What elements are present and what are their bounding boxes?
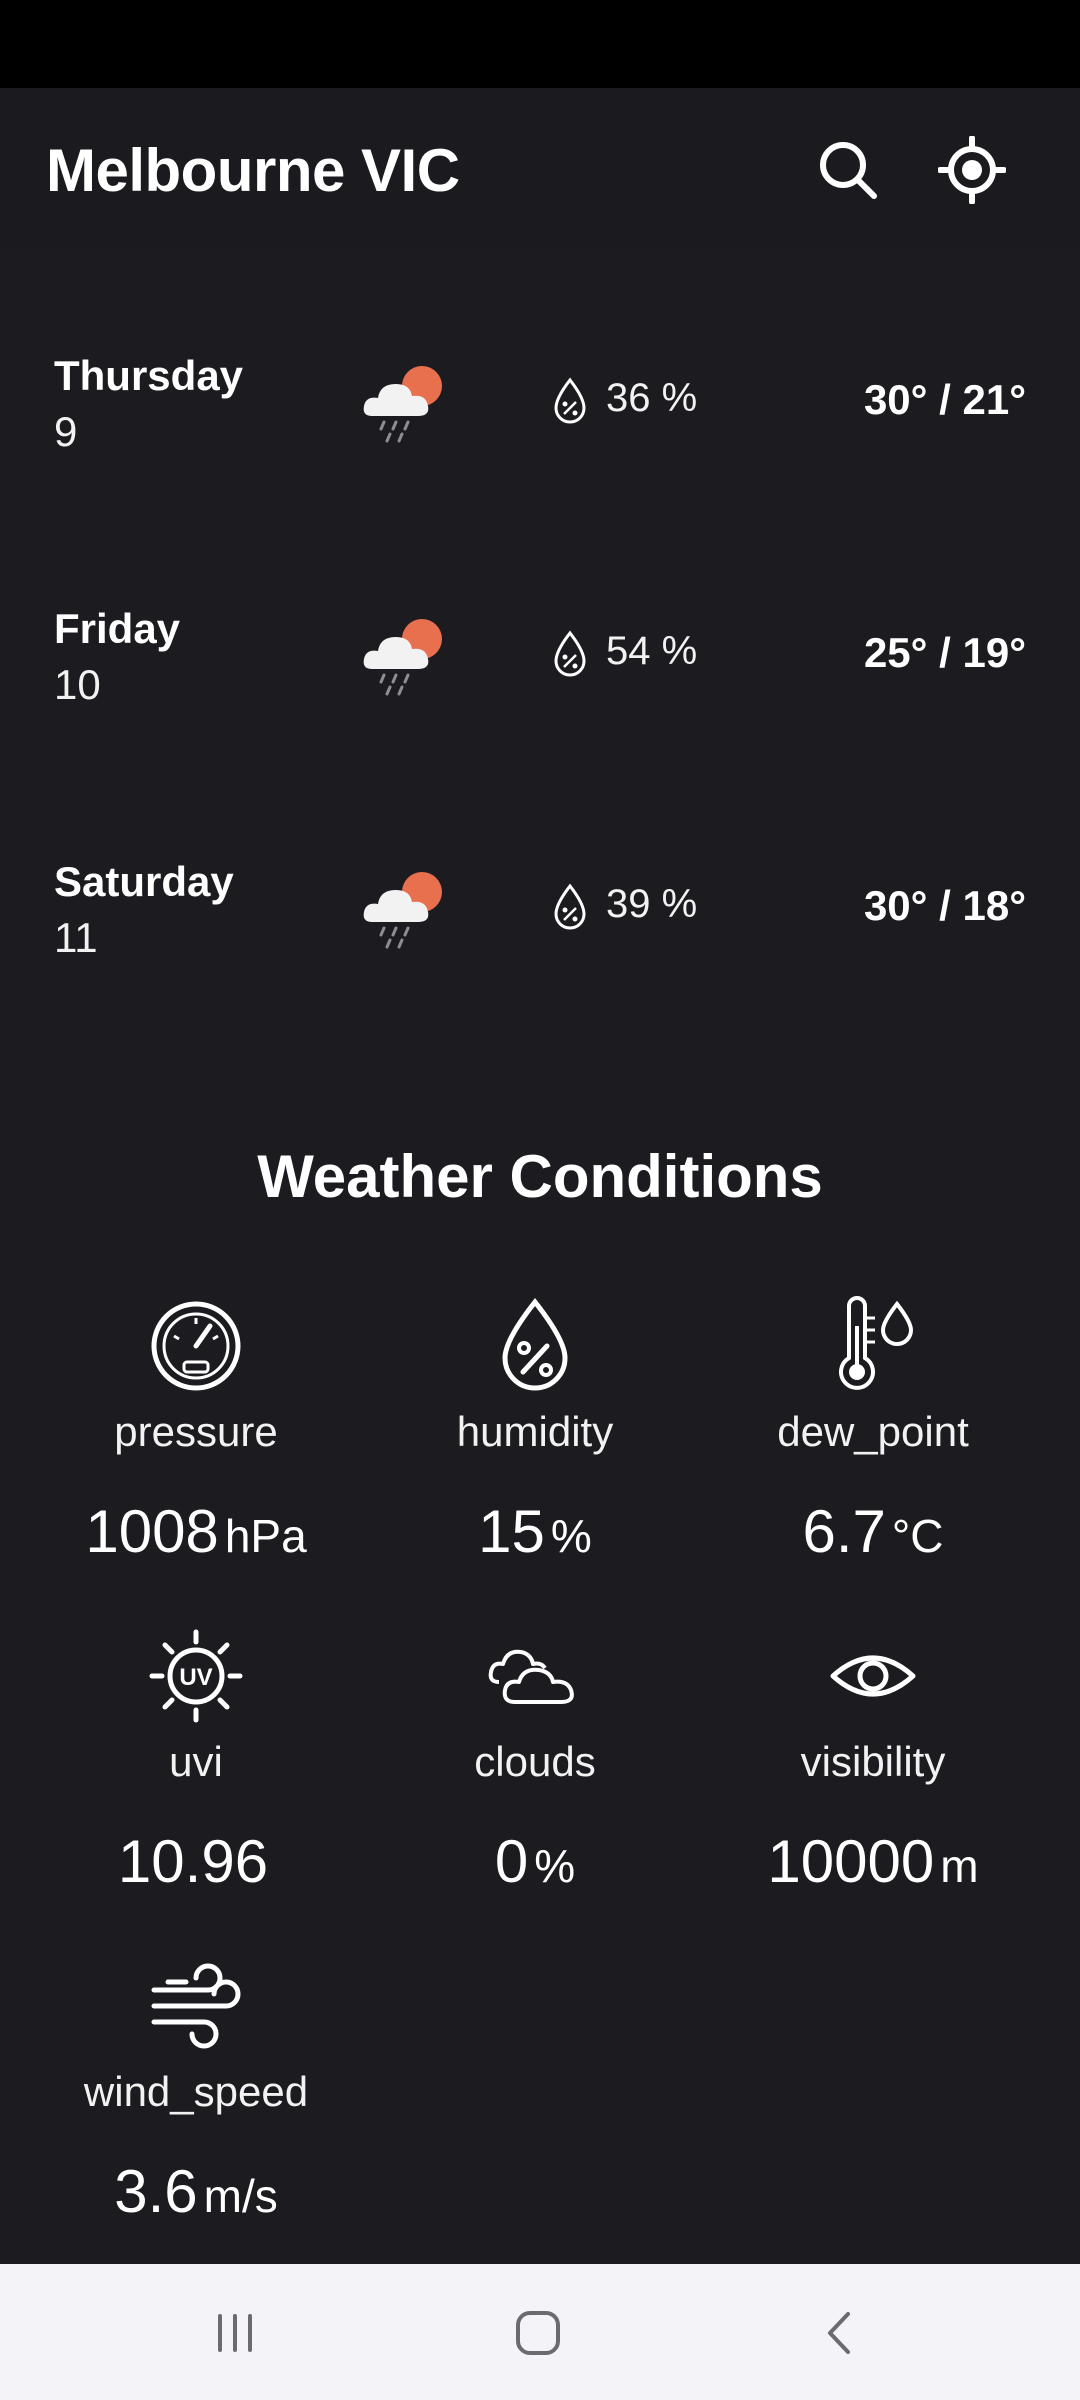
forecast-day: Thursday: [54, 352, 244, 399]
search-icon[interactable]: [808, 130, 888, 210]
condition-label: dew_point: [777, 1408, 969, 1455]
gauge-icon: [151, 1301, 241, 1391]
forecast-precipitation: 39 %: [606, 882, 698, 926]
home-icon[interactable]: [503, 2298, 573, 2368]
condition-value: 10000 m: [767, 1828, 979, 1895]
recent-apps-icon[interactable]: [200, 2298, 270, 2368]
svg-text:UV: UV: [179, 1664, 212, 1691]
wind-icon: [151, 1963, 241, 2049]
condition-clouds: clouds 0%: [365, 1626, 705, 1896]
condition-dew-point: dew_point 6.7 °C: [703, 1296, 1043, 1566]
rain-cloud-sun-icon: [363, 366, 442, 443]
forecast-date: 9: [54, 408, 78, 455]
condition-value: 3.6 m/s: [114, 2158, 278, 2225]
forecast-temperature: 25° / 19°: [863, 629, 1026, 676]
condition-value: 0%: [494, 1828, 576, 1895]
my-location-icon[interactable]: [932, 130, 1012, 210]
condition-pressure: pressure 1008 hPa: [26, 1296, 366, 1566]
rain-cloud-sun-icon: [363, 619, 442, 696]
condition-label: humidity: [456, 1408, 614, 1455]
forecast-day: Saturday: [54, 858, 234, 905]
status-bar: [0, 0, 1080, 88]
thermometer-drop-icon: [839, 1296, 914, 1390]
forecast-row[interactable]: Saturday 11 39 % 30° / 18°: [0, 858, 1080, 978]
forecast-row[interactable]: Thursday 9 36 % 30° / 21°: [0, 352, 1080, 472]
section-title: Weather Conditions: [257, 1143, 823, 1210]
forecast-precipitation: 36 %: [606, 376, 698, 420]
condition-label: pressure: [114, 1408, 278, 1455]
humidity-drop-icon: [502, 1297, 568, 1391]
forecast-temperature: 30° / 18°: [863, 882, 1026, 929]
precipitation-drop-icon: [554, 630, 586, 677]
forecast-day: Friday: [54, 605, 181, 652]
condition-visibility: visibility 10000 m: [703, 1626, 1043, 1896]
forecast-date: 11: [54, 914, 98, 961]
condition-uvi: UV uvi 10.96: [26, 1626, 366, 1896]
uv-sun-icon: UV: [149, 1629, 243, 1723]
condition-wind-speed: wind_speed 3.6 m/s: [26, 1956, 366, 2226]
condition-value: 1008 hPa: [85, 1498, 307, 1565]
eye-icon: [830, 1655, 916, 1697]
forecast-temperature: 30° / 21°: [863, 376, 1026, 423]
condition-value: 6.7 °C: [802, 1498, 944, 1565]
condition-humidity: humidity 15%: [365, 1296, 705, 1566]
app-bar: Melbourne VIC: [0, 88, 1080, 248]
system-nav-bar: [0, 2264, 1080, 2400]
forecast-date: 10: [54, 661, 101, 708]
precipitation-drop-icon: [554, 377, 586, 424]
forecast-precipitation: 54 %: [606, 629, 698, 673]
rain-cloud-sun-icon: [363, 872, 442, 949]
back-icon[interactable]: [806, 2298, 876, 2368]
condition-label: clouds: [474, 1738, 596, 1785]
condition-label: visibility: [800, 1738, 946, 1785]
condition-label: wind_speed: [83, 2068, 309, 2115]
forecast-row[interactable]: Friday 10 54 % 25° / 19°: [0, 605, 1080, 725]
condition-value: 15%: [478, 1498, 592, 1565]
condition-value: 10.96: [117, 1828, 269, 1895]
condition-label: uvi: [169, 1738, 223, 1785]
clouds-icon: [488, 1649, 574, 1704]
page-title: Melbourne VIC: [46, 137, 460, 204]
precipitation-drop-icon: [554, 883, 586, 930]
